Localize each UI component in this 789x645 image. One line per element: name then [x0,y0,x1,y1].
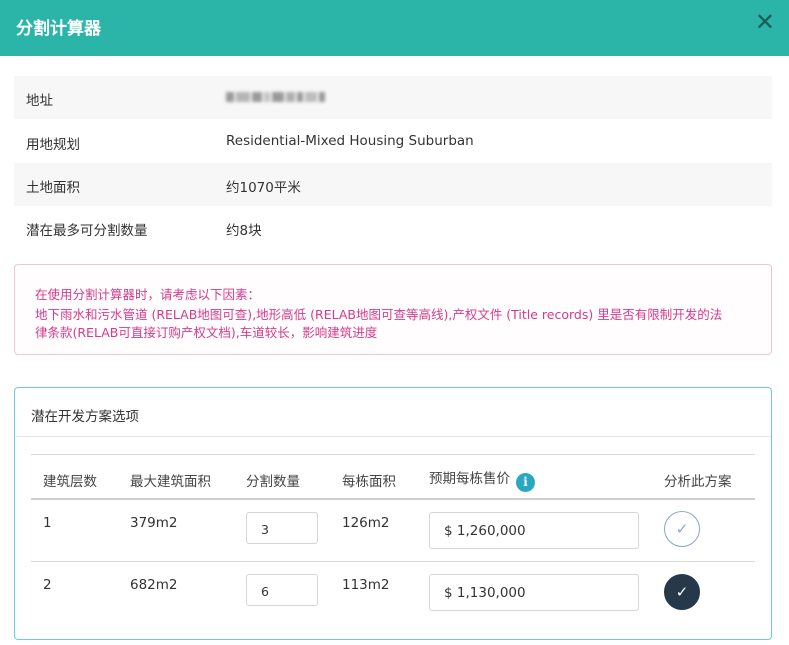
panel-divider [15,436,771,437]
info-row-max-subdivisions: 潜在最多可分割数量 约8块 [14,206,772,249]
table-top-border [31,454,755,455]
address-value-redacted [226,92,325,102]
row2-max-area: 682m2 [130,577,178,593]
warning-line-1: 在使用分割计算器时，请考虑以下因素： [35,287,261,302]
zoning-label: 用地规划 [26,137,80,153]
zoning-value: Residential-Mixed Housing Suburban [226,133,474,149]
row1-max-area: 379m2 [130,515,178,531]
dialog-title: 分割计算器 [16,19,101,39]
col-price-label: 预期每栋售价 [429,471,510,487]
warning-line-2: 地下雨水和污水管道 (RELAB地图可查),地形高低 (RELAB地图可查等高线… [35,307,723,322]
col-area-each: 每栋面积 [342,474,396,490]
max-subdivisions-label: 潜在最多可分割数量 [26,223,148,239]
panel-title: 潜在开发方案选项 [31,409,139,425]
row1-floors: 1 [43,515,52,531]
dialog-header: 分割计算器 ✕ [0,0,789,56]
land-area-value: 约1070平米 [226,180,301,196]
header-divider [31,498,755,500]
row1-subdivisions-input[interactable]: 3 [246,512,318,544]
row-divider [31,561,755,562]
development-options-panel: 潜在开发方案选项 建筑层数 最大建筑面积 分割数量 每栋面积 预期每栋售价 i 分… [14,387,772,640]
info-row-address: 地址 [14,76,772,119]
row2-area-each: 113m2 [342,577,390,593]
row2-floors: 2 [43,577,52,593]
col-analyze: 分析此方案 [664,474,732,490]
max-subdivisions-value: 约8块 [226,223,262,239]
land-area-label: 土地面积 [26,180,80,196]
info-row-zoning: 用地规划 Residential-Mixed Housing Suburban [14,120,772,163]
row2-analyze-check-icon[interactable]: ✓ [664,574,700,610]
warning-box: 在使用分割计算器时，请考虑以下因素： 地下雨水和污水管道 (RELAB地图可查)… [14,264,772,355]
row2-subdivisions-input[interactable]: 6 [246,574,318,606]
info-row-land-area: 土地面积 约1070平米 [14,163,772,206]
row1-price-input[interactable]: $ 1,260,000 [429,512,639,549]
col-price: 预期每栋售价 i [429,467,535,492]
warning-line-3: 律条款(RELAB可直接订购产权文档),车道较长，影响建筑进度 [35,325,378,340]
close-icon[interactable]: ✕ [755,10,775,34]
row1-analyze-check-icon[interactable]: ✓ [664,511,700,547]
row1-area-each: 126m2 [342,515,390,531]
col-max-area: 最大建筑面积 [130,474,211,490]
info-icon[interactable]: i [516,473,535,492]
col-subdivisions: 分割数量 [246,474,300,490]
address-label: 地址 [26,93,53,109]
row2-price-input[interactable]: $ 1,130,000 [429,574,639,611]
col-floors: 建筑层数 [43,474,97,490]
